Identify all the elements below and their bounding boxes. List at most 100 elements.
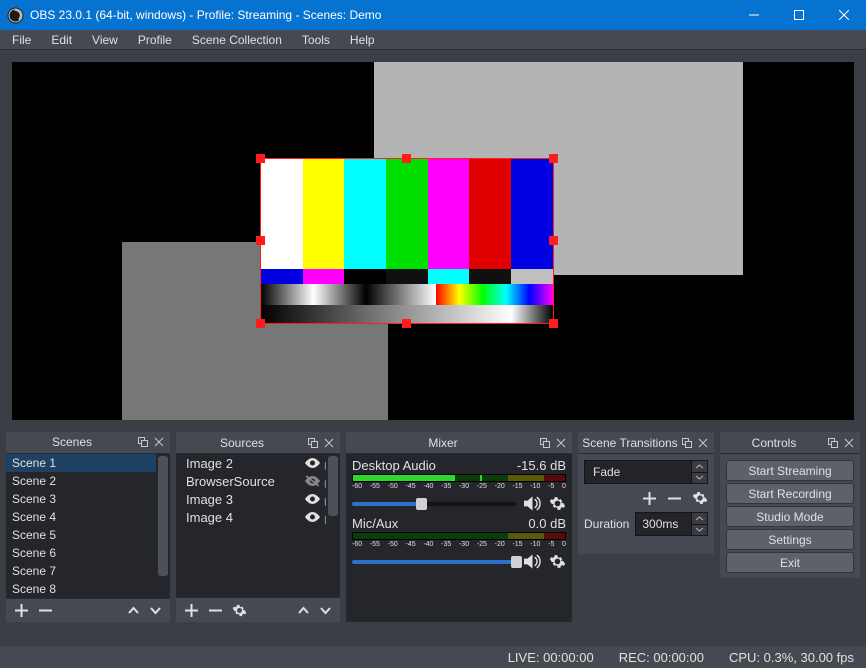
scene-item[interactable]: Scene 6 bbox=[6, 544, 170, 562]
scene-item[interactable]: Scene 7 bbox=[6, 562, 170, 580]
dock-close-icon[interactable] bbox=[553, 435, 569, 451]
dock-popout-icon[interactable] bbox=[135, 434, 151, 450]
sources-scrollbar[interactable] bbox=[326, 454, 340, 597]
status-live: LIVE: 00:00:00 bbox=[508, 650, 594, 665]
scenes-list[interactable]: Scene 1 Scene 2 Scene 3 Scene 4 Scene 5 … bbox=[6, 454, 170, 598]
window-minimize-button[interactable] bbox=[731, 0, 776, 30]
resize-handle-e[interactable] bbox=[549, 236, 558, 245]
resize-handle-w[interactable] bbox=[256, 236, 265, 245]
scene-item[interactable]: Scene 2 bbox=[6, 472, 170, 490]
resize-handle-ne[interactable] bbox=[549, 154, 558, 163]
mixer-volume-slider[interactable] bbox=[352, 555, 516, 569]
dock-popout-icon[interactable] bbox=[825, 435, 841, 451]
move-scene-down-button[interactable] bbox=[149, 604, 162, 617]
resize-handle-s[interactable] bbox=[402, 319, 411, 328]
studio-mode-button[interactable]: Studio Mode bbox=[726, 506, 854, 527]
start-streaming-button[interactable]: Start Streaming bbox=[726, 460, 854, 481]
spin-up-icon[interactable] bbox=[691, 513, 707, 525]
chevron-down-icon[interactable] bbox=[691, 473, 707, 484]
mixer-channel: Mic/Aux0.0 dB -60-55-50-45-40-35-30-25-2… bbox=[346, 512, 572, 570]
scene-item[interactable]: Scene 4 bbox=[6, 508, 170, 526]
menu-tools[interactable]: Tools bbox=[292, 32, 340, 48]
selected-source-bounding-box[interactable] bbox=[260, 158, 554, 324]
dock-popout-icon[interactable] bbox=[537, 435, 553, 451]
obs-logo-icon bbox=[0, 0, 30, 30]
mixer-mute-button[interactable] bbox=[524, 496, 541, 511]
resize-handle-sw[interactable] bbox=[256, 319, 265, 328]
scene-item[interactable]: Scene 8 bbox=[6, 580, 170, 598]
resize-handle-nw[interactable] bbox=[256, 154, 265, 163]
transitions-dock: Scene Transitions Fade Duration 300ms bbox=[578, 432, 714, 554]
mixer-dock-title: Mixer bbox=[349, 436, 537, 450]
add-source-button[interactable] bbox=[184, 603, 199, 618]
mixer-level-meter bbox=[352, 532, 566, 540]
source-item[interactable]: Image 3 bbox=[176, 490, 340, 508]
source-visibility-toggle[interactable] bbox=[304, 457, 321, 469]
scenes-dock: Scenes Scene 1 Scene 2 Scene 3 Scene 4 S… bbox=[6, 432, 170, 622]
scene-item[interactable]: Scene 5 bbox=[6, 526, 170, 544]
remove-source-button[interactable] bbox=[208, 603, 223, 618]
mixer-level-meter bbox=[352, 474, 566, 482]
add-transition-button[interactable] bbox=[642, 491, 657, 506]
source-item[interactable]: Image 4 bbox=[176, 508, 340, 526]
scenes-dock-title: Scenes bbox=[9, 435, 135, 449]
source-visibility-toggle[interactable] bbox=[304, 475, 321, 487]
scene-item[interactable]: Scene 3 bbox=[6, 490, 170, 508]
source-item-label: BrowserSource bbox=[186, 474, 304, 489]
mixer-channel-db: 0.0 dB bbox=[528, 516, 566, 531]
move-source-down-button[interactable] bbox=[319, 604, 332, 617]
mixer-volume-slider[interactable] bbox=[352, 497, 516, 511]
settings-button[interactable]: Settings bbox=[726, 529, 854, 550]
mixer-channel-settings-button[interactable] bbox=[549, 553, 566, 570]
menu-view[interactable]: View bbox=[82, 32, 128, 48]
transition-select[interactable]: Fade bbox=[584, 460, 708, 484]
remove-scene-button[interactable] bbox=[38, 603, 53, 618]
spin-down-icon[interactable] bbox=[691, 525, 707, 536]
source-item[interactable]: Image 2 bbox=[176, 454, 340, 472]
dock-close-icon[interactable] bbox=[151, 434, 167, 450]
preview-canvas[interactable] bbox=[12, 62, 854, 420]
source-visibility-toggle[interactable] bbox=[304, 493, 321, 505]
window-title: OBS 23.0.1 (64-bit, windows) - Profile: … bbox=[30, 8, 731, 22]
window-maximize-button[interactable] bbox=[776, 0, 821, 30]
preview-area bbox=[0, 50, 866, 432]
mixer-channel-settings-button[interactable] bbox=[549, 495, 566, 512]
start-recording-button[interactable]: Start Recording bbox=[726, 483, 854, 504]
move-scene-up-button[interactable] bbox=[127, 604, 140, 617]
menu-file[interactable]: File bbox=[2, 32, 41, 48]
move-source-up-button[interactable] bbox=[297, 604, 310, 617]
menu-profile[interactable]: Profile bbox=[128, 32, 182, 48]
source-visibility-toggle[interactable] bbox=[304, 511, 321, 523]
add-scene-button[interactable] bbox=[14, 603, 29, 618]
dock-popout-icon[interactable] bbox=[305, 435, 321, 451]
menu-scene-collection[interactable]: Scene Collection bbox=[182, 32, 292, 48]
scenes-scrollbar[interactable] bbox=[156, 454, 170, 598]
transitions-dock-title: Scene Transitions bbox=[581, 436, 679, 450]
transition-current: Fade bbox=[585, 461, 691, 483]
source-properties-button[interactable] bbox=[232, 603, 247, 618]
mixer-mute-button[interactable] bbox=[524, 554, 541, 569]
source-item[interactable]: BrowserSource bbox=[176, 472, 340, 490]
dock-popout-icon[interactable] bbox=[679, 435, 695, 451]
dock-close-icon[interactable] bbox=[695, 435, 711, 451]
chevron-up-icon[interactable] bbox=[691, 461, 707, 473]
resize-handle-se[interactable] bbox=[549, 319, 558, 328]
transition-duration-spinbox[interactable]: 300ms bbox=[635, 512, 708, 536]
transition-duration-label: Duration bbox=[584, 517, 629, 531]
sources-list[interactable]: Image 2 BrowserSource Image 3 Image 4 bbox=[176, 454, 340, 597]
mixer-channel-name: Mic/Aux bbox=[352, 516, 528, 531]
dock-close-icon[interactable] bbox=[321, 435, 337, 451]
scene-item[interactable]: Scene 1 bbox=[6, 454, 170, 472]
exit-button[interactable]: Exit bbox=[726, 552, 854, 573]
menu-edit[interactable]: Edit bbox=[41, 32, 82, 48]
dock-close-icon[interactable] bbox=[841, 435, 857, 451]
statusbar: LIVE: 00:00:00 REC: 00:00:00 CPU: 0.3%, … bbox=[0, 646, 866, 668]
resize-handle-n[interactable] bbox=[402, 154, 411, 163]
transition-duration-value: 300ms bbox=[636, 513, 691, 535]
menu-help[interactable]: Help bbox=[340, 32, 385, 48]
remove-transition-button[interactable] bbox=[667, 491, 682, 506]
window-close-button[interactable] bbox=[821, 0, 866, 30]
transition-properties-button[interactable] bbox=[692, 490, 708, 506]
mixer-channel-db: -15.6 dB bbox=[517, 458, 566, 473]
window-titlebar: OBS 23.0.1 (64-bit, windows) - Profile: … bbox=[0, 0, 866, 30]
